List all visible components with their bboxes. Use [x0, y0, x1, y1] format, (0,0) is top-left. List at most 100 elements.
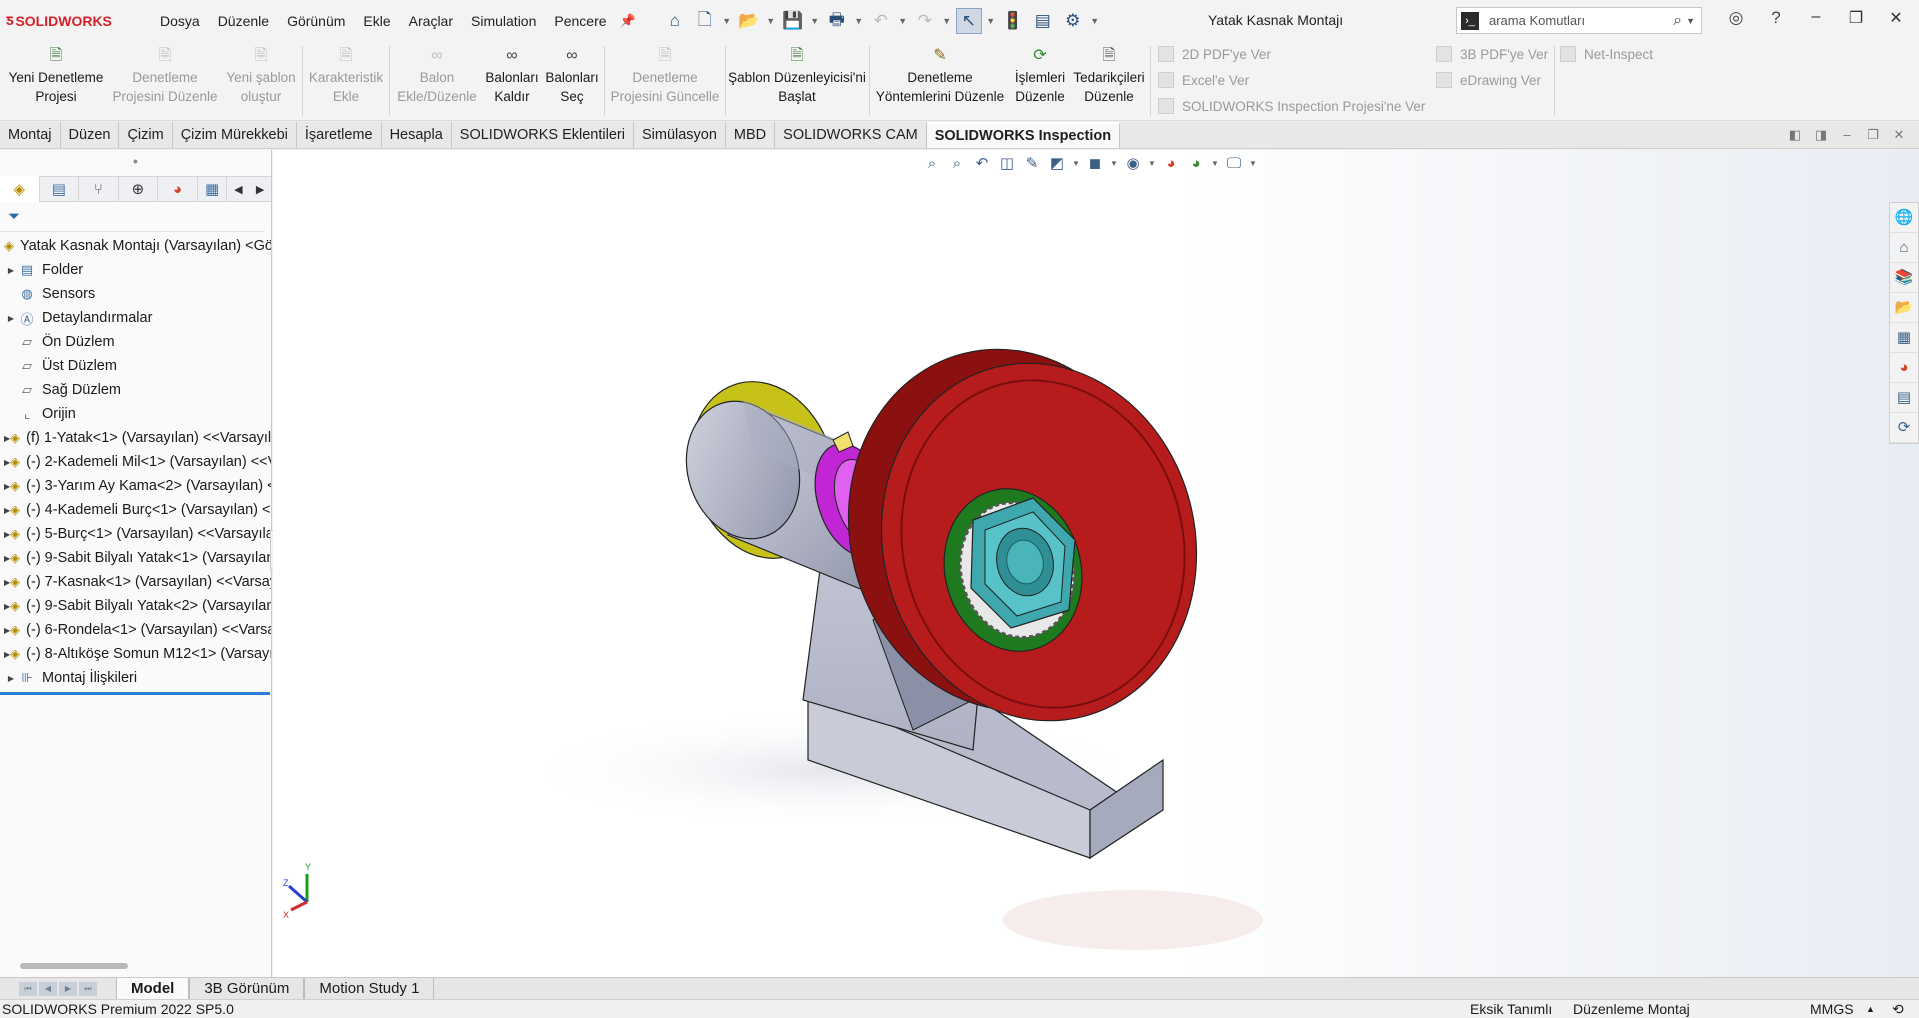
edit-operations-button[interactable]: ⟳ İşlemleri Düzenle: [1010, 44, 1070, 106]
help-icon[interactable]: ?: [1756, 8, 1796, 28]
print-icon[interactable]: 🖶: [824, 8, 850, 34]
edit-suppliers-button[interactable]: 🗎 Tedarikçileri Düzenle: [1072, 44, 1146, 106]
tab-mbd[interactable]: MBD: [726, 122, 776, 148]
add-characteristic-button[interactable]: 🗎 Karakteristik Ekle: [306, 44, 386, 106]
redo-dropdown-icon[interactable]: ▼: [942, 16, 952, 26]
options-gear-icon[interactable]: ⚙: [1060, 8, 1086, 34]
tree-item[interactable]: ▶ ▤ Folder: [0, 258, 271, 282]
tab-motion-study[interactable]: Motion Study 1: [304, 978, 435, 999]
3dexperience-home-icon[interactable]: ⌂: [1890, 233, 1918, 263]
solidworks-resources-icon[interactable]: 🌐: [1890, 203, 1918, 233]
select-dropdown-icon[interactable]: ▼: [986, 16, 996, 26]
save-dropdown-icon[interactable]: ▼: [810, 16, 820, 26]
close-icon[interactable]: ✕: [1876, 8, 1916, 28]
tree-item[interactable]: ▶◈(-) 3-Yarım Ay Kama<2> (Varsayılan) <<…: [0, 474, 271, 498]
tree-item[interactable]: ▱ Ön Düzlem: [0, 330, 271, 354]
new-inspection-project-button[interactable]: 🗎 Yeni Denetleme Projesi: [4, 44, 108, 106]
design-library-icon[interactable]: 📚: [1890, 263, 1918, 293]
menu-gorunum[interactable]: Görünüm: [278, 13, 354, 29]
export-edrawing-button[interactable]: eDrawing Ver: [1436, 72, 1541, 88]
search-icon[interactable]: ⌕: [1673, 12, 1682, 30]
tree-item[interactable]: ▶ ⊪ Montaj İlişkileri: [0, 666, 271, 690]
configuration-manager-tab-icon[interactable]: ⑂: [79, 176, 119, 202]
update-inspection-project-button[interactable]: 🗎 Denetleme Projesini Güncelle: [608, 44, 722, 106]
edit-appearance-icon[interactable]: ◕: [1160, 155, 1182, 172]
tree-item[interactable]: ▶ ◈ (f) 1-Yatak<1> (Varsayılan) <<Varsayıl…: [0, 426, 271, 450]
tab-isaretleme[interactable]: İşaretleme: [297, 122, 382, 148]
tab-montaj[interactable]: Montaj: [0, 122, 61, 148]
assembly-model[interactable]: [273, 150, 1919, 977]
status-units[interactable]: MMGS: [1810, 1001, 1854, 1017]
redo-icon[interactable]: ↷: [912, 8, 938, 34]
tab-cizim[interactable]: Çizim: [119, 122, 173, 148]
expand-arrow-icon[interactable]: ▶: [4, 266, 18, 275]
inspection-tab-icon[interactable]: ▦: [198, 176, 228, 202]
file-explorer-icon[interactable]: 📂: [1890, 293, 1918, 323]
tree-item[interactable]: ▶◈(-) 6-Rondela<1> (Varsayılan) <<Varsay…: [0, 618, 271, 642]
last-tab-icon[interactable]: ⏭: [79, 981, 97, 996]
menu-simulation[interactable]: Simulation: [462, 13, 545, 29]
view-palette-icon[interactable]: ▦: [1890, 323, 1918, 353]
search-dropdown-icon[interactable]: ▼: [1686, 16, 1695, 26]
export-excel-button[interactable]: Excel'e Ver: [1158, 72, 1249, 88]
home-icon[interactable]: ⌂: [662, 8, 688, 34]
filter-icon[interactable]: ⏷: [8, 208, 20, 225]
export-2d-pdf-button[interactable]: 2D PDF'ye Ver: [1158, 46, 1271, 62]
previous-tab-icon[interactable]: ◀: [39, 981, 57, 996]
minimize-icon[interactable]: –: [1796, 8, 1836, 28]
graphics-area[interactable]: ⌕ ⌕ ↶ ◫ ✎ ◩ ▼ ◼ ▼ ◉ ▼ ◕ ◕ ▼ 🖵 ▼ Y Z X 🌐: [273, 150, 1919, 977]
previous-view-icon[interactable]: ↶: [971, 154, 993, 172]
tab-simulasyon[interactable]: Simülasyon: [634, 122, 726, 148]
tree-item[interactable]: ▶ ◈ (-) 9-Sabit Bilyalı Yatak<2> (Varsayıl…: [0, 594, 271, 618]
tree-item[interactable]: ▶◈(-) 7-Kasnak<1> (Varsayılan) <<Varsayı…: [0, 570, 271, 594]
first-tab-icon[interactable]: ⏮: [19, 981, 37, 996]
template-editor-button[interactable]: 🗎 Şablon Düzenleyicisi'ni Başlat: [728, 44, 866, 106]
expand-arrow-icon[interactable]: ▶: [4, 314, 18, 323]
tab-eklentiler[interactable]: SOLIDWORKS Eklentileri: [452, 122, 634, 148]
scene-dropdown-icon[interactable]: ▼: [1210, 159, 1220, 168]
tree-item[interactable]: ◍ Sensors: [0, 282, 271, 306]
hide-show-dropdown-icon[interactable]: ▼: [1147, 159, 1157, 168]
tab-3d-view[interactable]: 3B Görünüm: [189, 978, 305, 999]
edit-inspection-methods-button[interactable]: ✎ Denetleme Yöntemlerini Düzenle: [872, 44, 1008, 106]
custom-properties-icon[interactable]: ▤: [1890, 383, 1918, 413]
view-settings-icon[interactable]: 🖵: [1223, 155, 1245, 172]
display-manager-tab-icon[interactable]: ◕: [158, 176, 198, 202]
tree-item[interactable]: ▶◈(-) 2-Kademeli Mil<1> (Varsayılan) <<V…: [0, 450, 271, 474]
expand-arrow-icon[interactable]: ▶: [4, 674, 18, 683]
property-manager-tab-icon[interactable]: ▤: [40, 176, 80, 202]
view-settings-dropdown-icon[interactable]: ▼: [1248, 159, 1258, 168]
dock-right-icon[interactable]: ◨: [1808, 127, 1834, 143]
tree-root[interactable]: ◈ Yatak Kasnak Montajı (Varsayılan) <Gör…: [0, 234, 271, 258]
display-style-dropdown-icon[interactable]: ▼: [1109, 159, 1119, 168]
hide-show-items-icon[interactable]: ◉: [1122, 154, 1144, 172]
edit-inspection-project-button[interactable]: 🗎 Denetleme Projesini Düzenle: [110, 44, 220, 106]
add-edit-balloon-button[interactable]: ∞ Balon Ekle/Düzenle: [392, 44, 482, 106]
undo-icon[interactable]: ↶: [868, 8, 894, 34]
undo-dropdown-icon[interactable]: ▼: [898, 16, 908, 26]
doc-minimize-icon[interactable]: –: [1834, 127, 1860, 143]
solidworks-forum-icon[interactable]: ⟳: [1890, 413, 1918, 443]
tree-horizontal-scrollbar[interactable]: [20, 963, 128, 969]
dock-left-icon[interactable]: ◧: [1782, 127, 1808, 143]
file-properties-icon[interactable]: ▤: [1030, 8, 1056, 34]
tab-scroll-left-icon[interactable]: ◀: [227, 183, 249, 196]
save-icon[interactable]: 💾: [780, 8, 806, 34]
tree-item[interactable]: ▱ Sağ Düzlem: [0, 378, 271, 402]
export-3d-pdf-button[interactable]: 3B PDF'ye Ver: [1436, 46, 1548, 62]
solidworks-logo[interactable]: ƽ SOLIDWORKS: [6, 12, 136, 30]
zoom-to-area-icon[interactable]: ⌕: [946, 155, 968, 172]
export-inspection-project-button[interactable]: SOLIDWORKS Inspection Projesi'ne Ver: [1158, 98, 1425, 114]
tab-cam[interactable]: SOLIDWORKS CAM: [775, 122, 927, 148]
select-balloons-button[interactable]: ∞ Balonları Seç: [544, 44, 600, 106]
zoom-to-fit-icon[interactable]: ⌕: [921, 155, 943, 172]
menu-araclar[interactable]: Araçlar: [400, 13, 462, 29]
tab-model[interactable]: Model: [116, 978, 190, 999]
tree-item[interactable]: ▶ ◈ (-) 9-Sabit Bilyalı Yatak<1> (Varsayıl…: [0, 546, 271, 570]
user-account-icon[interactable]: ◎: [1716, 8, 1756, 28]
open-dropdown-icon[interactable]: ▼: [766, 16, 776, 26]
options-dropdown-icon[interactable]: ▼: [1090, 16, 1100, 26]
search-input[interactable]: arama Komutları: [1489, 13, 1673, 28]
rollback-bar[interactable]: [0, 692, 270, 695]
menu-pencere[interactable]: Pencere: [545, 13, 615, 29]
